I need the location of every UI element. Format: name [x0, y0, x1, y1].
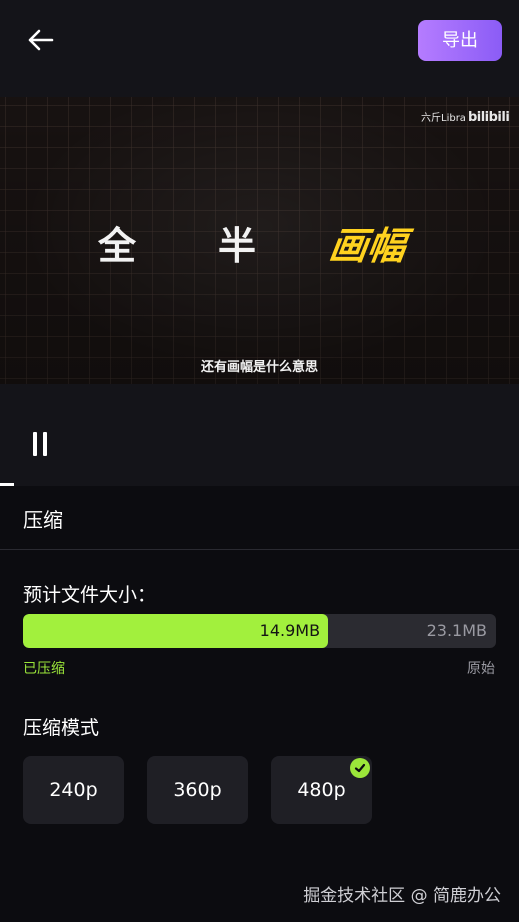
pause-icon: [33, 432, 37, 456]
compressed-size-fill: 14.9MB: [23, 614, 329, 648]
mode-title: 压缩模式: [23, 717, 100, 739]
watermark-author: 六斤Libra: [421, 113, 466, 124]
export-button[interactable]: 导出: [418, 20, 502, 61]
size-compare-bar: 14.9MB 23.1MB: [23, 614, 496, 648]
mode-360p-button[interactable]: 360p: [147, 756, 248, 824]
video-title-char-2: 半: [218, 223, 257, 268]
compressed-size-value: 14.9MB: [259, 621, 321, 640]
arrow-left-icon: [28, 29, 54, 51]
video-frame[interactable]: 六斤Libra bilibili 全 半 画幅 还有画幅是什么意思: [0, 97, 519, 384]
mode-240p-button[interactable]: 240p: [23, 756, 124, 824]
section-title: 压缩: [23, 508, 63, 532]
original-caption: 原始: [467, 661, 495, 677]
pause-icon-bar: [43, 432, 47, 456]
back-button[interactable]: [22, 24, 58, 56]
video-title-highlight: 画幅: [326, 223, 409, 268]
video-subtitle: 还有画幅是什么意思: [200, 360, 318, 375]
video-title-char-1: 全: [98, 223, 137, 268]
footer-watermark: 掘金技术社区 @ 简鹿办公: [303, 886, 501, 906]
check-glyph: [354, 763, 366, 773]
video-vignette: [0, 97, 519, 384]
estimate-label: 预计文件大小：: [23, 584, 157, 606]
video-watermark: 六斤Libra bilibili: [421, 109, 510, 125]
compressed-caption: 已压缩: [23, 661, 65, 677]
divider: [0, 549, 519, 550]
original-size-value: 23.1MB: [426, 621, 487, 640]
playback-progress[interactable]: [0, 483, 14, 486]
watermark-logo: bilibili: [467, 110, 510, 125]
check-icon: [350, 758, 370, 778]
pause-button[interactable]: [30, 432, 52, 458]
